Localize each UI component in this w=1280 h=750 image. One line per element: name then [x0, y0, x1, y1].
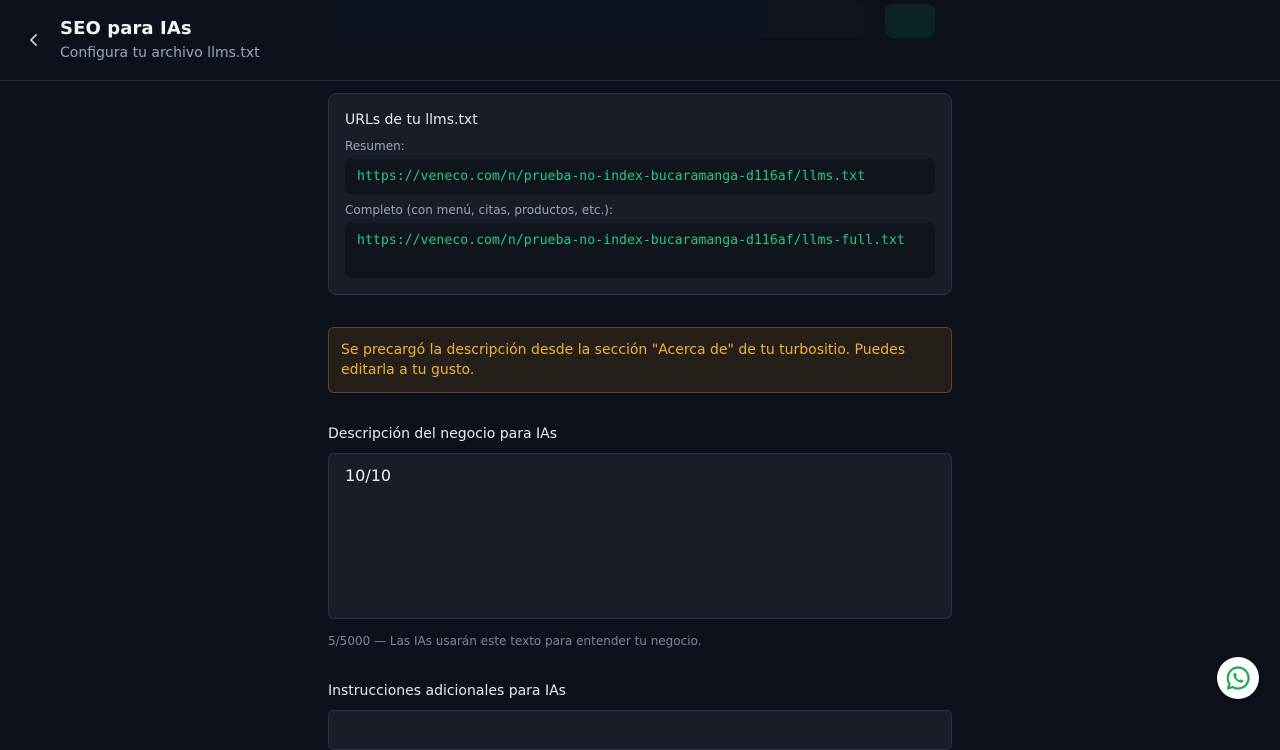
summary-url[interactable]: https://veneco.com/n/prueba-no-index-buc…: [345, 159, 935, 194]
whatsapp-icon: [1226, 666, 1250, 690]
page-title: SEO para IAs: [60, 18, 192, 39]
llms-urls-card: URLs de tu llms.txt Resumen: https://ven…: [328, 93, 952, 295]
description-label: Descripción del negocio para IAs: [328, 426, 558, 442]
prefill-notice: Se precargó la descripción desde la secc…: [328, 327, 952, 393]
chevron-left-icon: [30, 34, 37, 46]
instructions-textarea[interactable]: [328, 710, 952, 750]
page-header: SEO para IAs Configura tu archivo llms.t…: [0, 0, 1280, 81]
description-helper: 5/5000 — Las IAs usarán este texto para …: [328, 634, 702, 648]
whatsapp-button[interactable]: [1217, 657, 1259, 699]
instructions-label: Instrucciones adicionales para IAs: [328, 683, 566, 699]
full-url[interactable]: https://veneco.com/n/prueba-no-index-buc…: [345, 223, 935, 278]
back-button[interactable]: [20, 26, 48, 54]
urls-card-title: URLs de tu llms.txt: [345, 112, 478, 128]
scrolled-content-ghost: [335, 0, 945, 40]
full-url-label: Completo (con menú, citas, productos, et…: [345, 203, 614, 217]
summary-url-label: Resumen:: [345, 139, 405, 153]
description-textarea[interactable]: 10/10: [328, 453, 952, 619]
page-subtitle: Configura tu archivo llms.txt: [60, 45, 260, 61]
